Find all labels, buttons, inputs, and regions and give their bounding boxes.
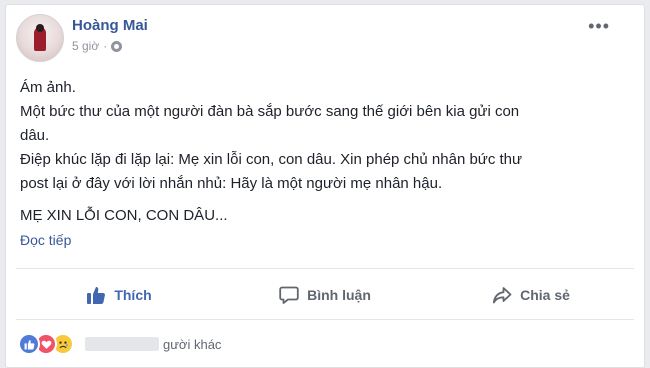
blurred-name <box>85 337 159 351</box>
share-label: Chia sẻ <box>520 287 570 303</box>
post-line: Một bức thư của một người đàn bà sắp bướ… <box>20 103 520 120</box>
post-caps-line: MẸ XIN LỖI CON, CON DÂU... <box>20 207 228 224</box>
post-meta: 5 giờ · <box>72 39 123 53</box>
avatar-face <box>36 24 44 32</box>
avatar[interactable] <box>16 14 64 62</box>
post-time[interactable]: 5 giờ <box>72 39 99 53</box>
thumbs-up-icon <box>87 287 106 304</box>
divider <box>16 319 634 320</box>
more-options-icon[interactable]: ••• <box>588 17 610 35</box>
separator-dot: · <box>103 39 108 53</box>
like-reaction-icon <box>18 333 40 355</box>
share-icon <box>492 287 512 304</box>
post-line: Ám ảnh. <box>20 79 76 96</box>
share-button[interactable]: Chia sẻ <box>428 273 634 317</box>
read-more-link[interactable]: Đọc tiếp <box>20 232 71 248</box>
divider <box>16 268 634 269</box>
reaction-icons <box>18 333 74 355</box>
like-label: Thích <box>114 287 152 303</box>
reactions-summary[interactable]: gười khác <box>18 333 221 355</box>
like-button[interactable]: Thích <box>16 273 222 317</box>
comment-button[interactable]: Bình luận <box>222 273 428 317</box>
comment-label: Bình luận <box>307 287 371 303</box>
post-line: dâu. <box>20 127 50 144</box>
post-line: post lại ở đây với lời nhắn nhủ: Hãy là … <box>20 175 443 192</box>
post-header: Hoàng Mai 5 giờ · ••• <box>16 13 616 62</box>
post-card: Hoàng Mai 5 giờ · ••• Ám ảnh. Một bức th… <box>5 4 645 368</box>
post-body: Ám ảnh. Một bức thư của một người đàn bà… <box>20 76 630 253</box>
globe-icon[interactable] <box>111 40 123 52</box>
action-bar: Thích Bình luận Chia sẻ <box>16 273 634 317</box>
comment-icon <box>279 286 299 304</box>
author-name[interactable]: Hoàng Mai <box>72 17 148 34</box>
others-label: gười khác <box>163 336 222 352</box>
post-line: Điệp khúc lặp đi lặp lại: Mẹ xin lỗi con… <box>20 151 523 168</box>
